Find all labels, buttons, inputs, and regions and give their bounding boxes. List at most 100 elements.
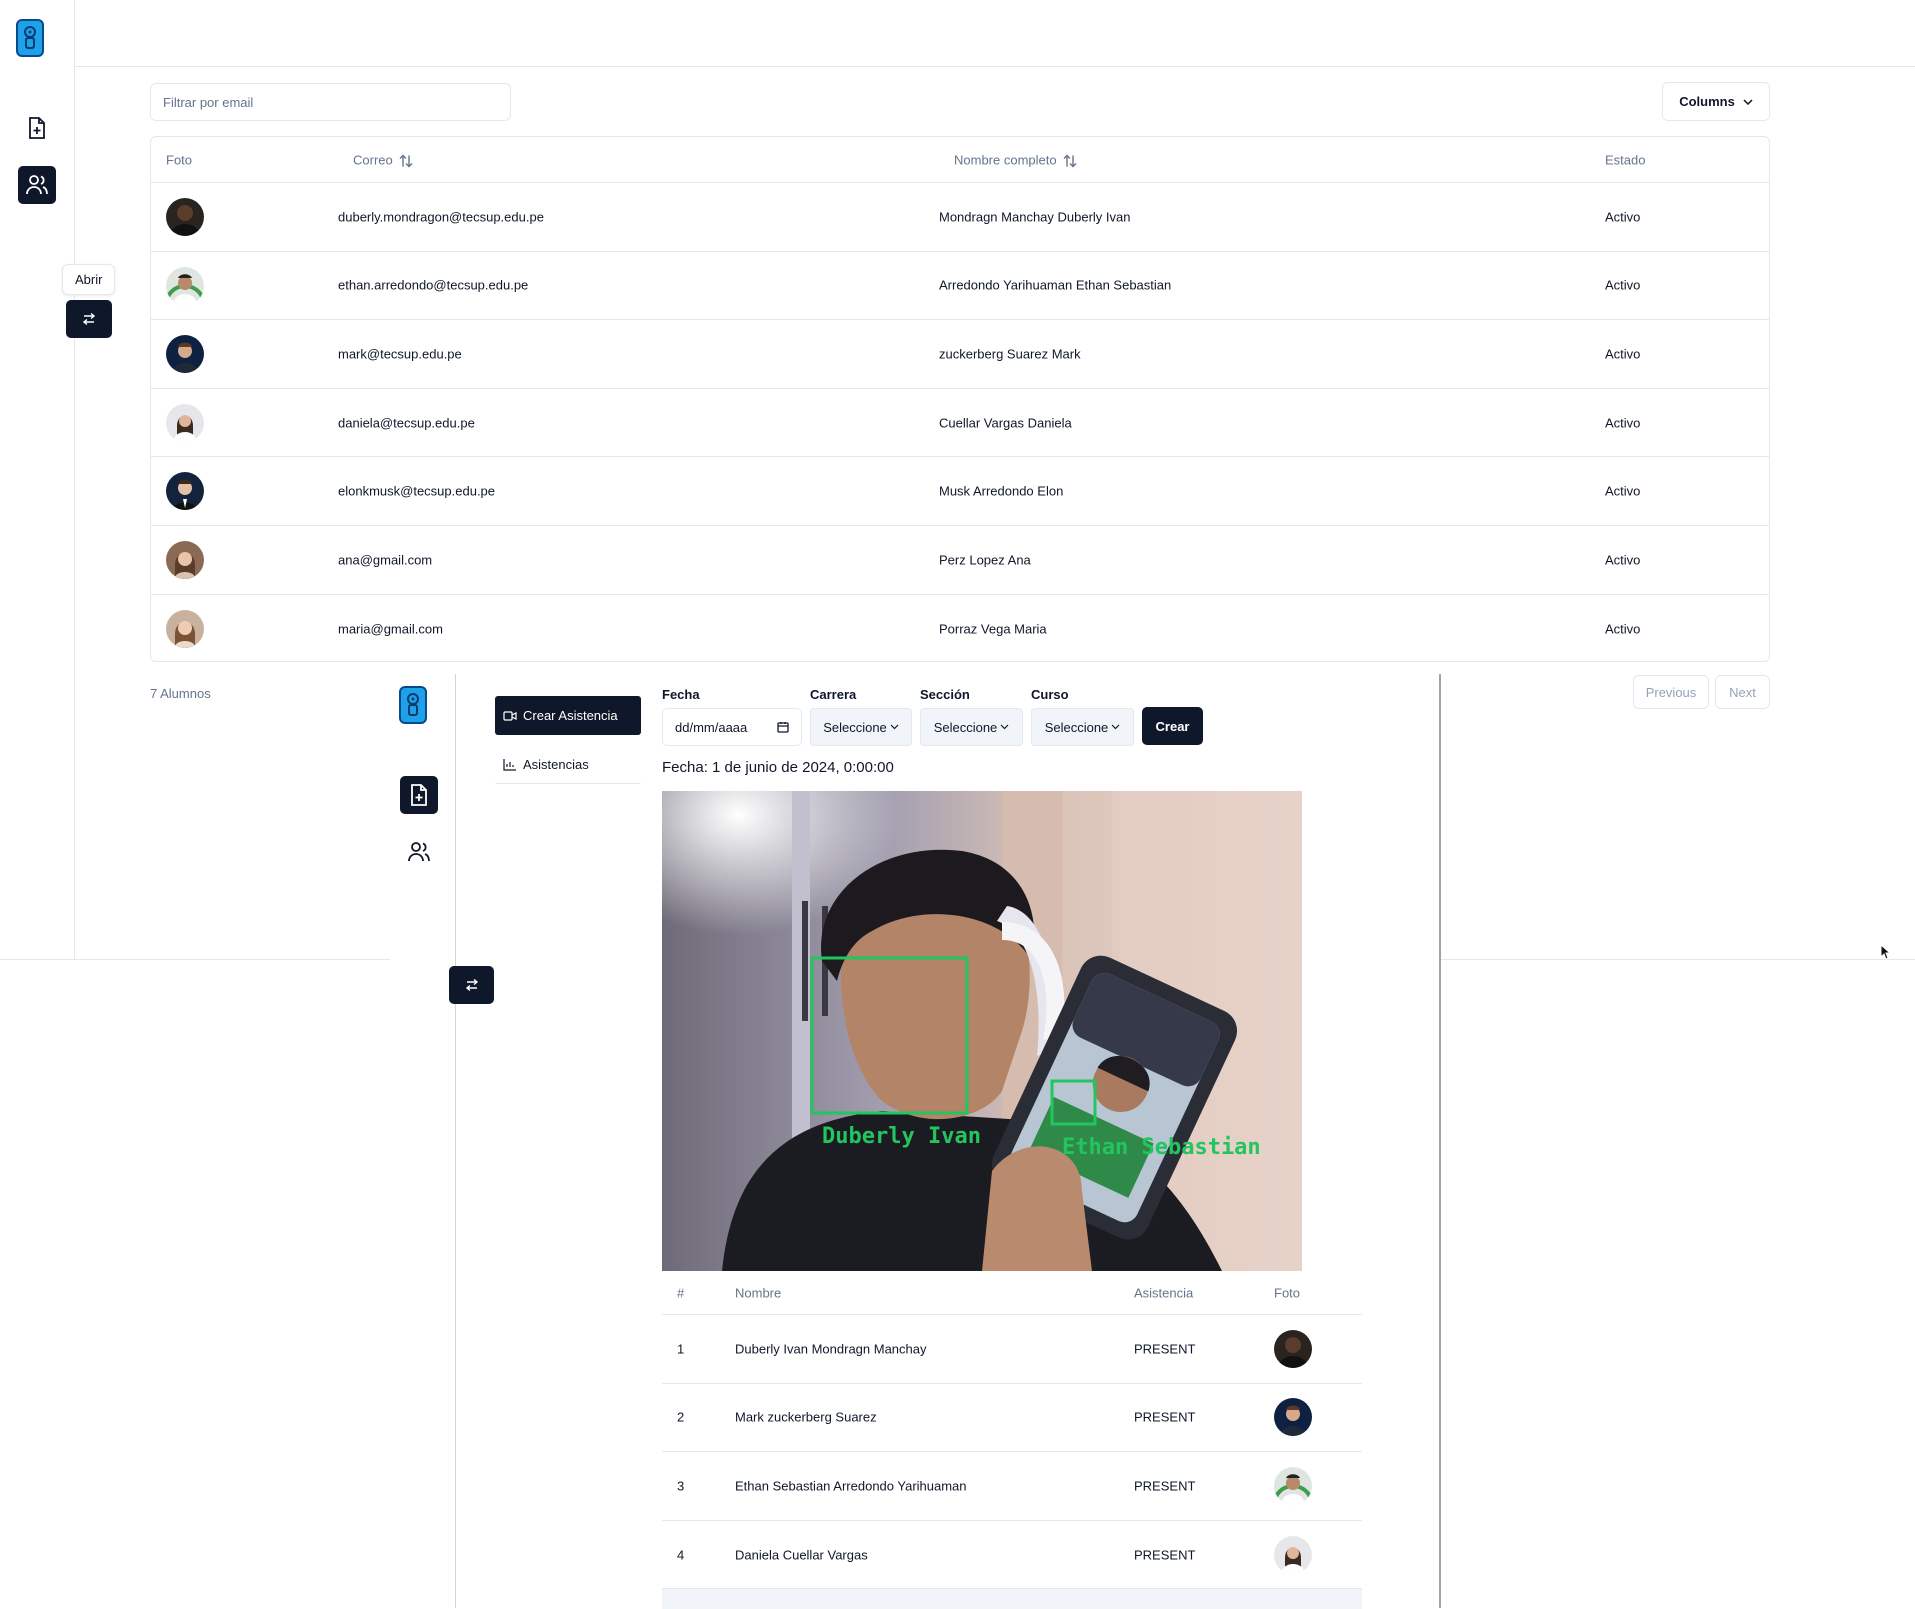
- table-row[interactable]: mark@tecsup.edu.pe zuckerberg Suarez Mar…: [151, 320, 1769, 389]
- fecha-label: Fecha: [662, 687, 700, 702]
- table-row[interactable]: 4 Daniela Cuellar Vargas PRESENT: [662, 1521, 1362, 1590]
- cell-email: ana@gmail.com: [338, 552, 433, 568]
- cell-email: elonkmusk@tecsup.edu.pe: [338, 483, 496, 499]
- nav-users-button[interactable]: [400, 833, 438, 871]
- header-nombre: Nombre: [735, 1285, 782, 1300]
- cell-num: 4: [677, 1547, 685, 1563]
- curso-select-value: Seleccione: [1044, 719, 1109, 735]
- cell-num: 3: [677, 1478, 685, 1494]
- avatar: [1274, 1466, 1312, 1505]
- sidebar-toggle-button[interactable]: [66, 300, 112, 338]
- columns-button[interactable]: Columns: [1662, 82, 1770, 121]
- table-row[interactable]: ethan.arredondo@tecsup.edu.pe Arredondo …: [151, 252, 1769, 321]
- attendance-table-header: # Nombre Asistencia Foto: [662, 1271, 1362, 1315]
- nav-new-document-button[interactable]: [400, 776, 438, 814]
- cursor-icon: [1880, 944, 1892, 960]
- curso-select[interactable]: Seleccione: [1031, 708, 1134, 746]
- cell-email: daniela@tecsup.edu.pe: [338, 415, 475, 431]
- header-num: #: [677, 1285, 685, 1300]
- carrera-select[interactable]: Seleccione: [810, 708, 912, 746]
- nav-new-document-button[interactable]: [18, 109, 56, 147]
- face-label-2: Ethan Sebastian: [1062, 1135, 1261, 1160]
- avatar: [166, 403, 204, 442]
- crear-button[interactable]: Crear: [1142, 707, 1203, 745]
- table-row[interactable]: maria@gmail.com Porraz Vega Maria Activo: [151, 595, 1769, 661]
- tab-asistencias[interactable]: Asistencias: [495, 745, 641, 784]
- avatar: [166, 609, 204, 648]
- table-row[interactable]: daniela@tecsup.edu.pe Cuellar Vargas Dan…: [151, 389, 1769, 458]
- cell-name: Cuellar Vargas Daniela: [939, 415, 1072, 431]
- tab-label: Asistencias: [523, 756, 589, 772]
- cell-name: Duberly Ivan Mondragn Manchay: [735, 1341, 927, 1357]
- seccion-label: Sección: [920, 687, 970, 702]
- student-count: 7 Alumnos: [150, 686, 211, 701]
- fecha-text: Fecha: 1 de junio de 2024, 0:00:00: [662, 759, 894, 776]
- cell-status: Activo: [1605, 483, 1641, 499]
- cell-status: Activo: [1605, 552, 1641, 568]
- header-correo[interactable]: Correo: [353, 151, 413, 168]
- table-row[interactable]: 2 Mark zuckerberg Suarez PRESENT: [662, 1384, 1362, 1453]
- cell-name: Mark zuckerberg Suarez: [735, 1409, 877, 1425]
- table-row[interactable]: ana@gmail.com Perz Lopez Ana Activo: [151, 526, 1769, 595]
- chevron-down-icon: [1743, 98, 1753, 105]
- cell-name: Ethan Sebastian Arredondo Yarihuaman: [735, 1478, 967, 1494]
- previous-button[interactable]: Previous: [1633, 675, 1709, 709]
- seccion-select[interactable]: Seleccione: [920, 708, 1023, 746]
- avatar: [166, 472, 204, 511]
- avatar: [1274, 1398, 1312, 1437]
- video-icon: [503, 710, 517, 721]
- sidebar-toggle-button[interactable]: [449, 966, 494, 1004]
- header-asistencia: Asistencia: [1134, 1285, 1194, 1300]
- chevron-down-icon: [890, 724, 899, 730]
- table-row[interactable]: elonkmusk@tecsup.edu.pe Musk Arredondo E…: [151, 457, 1769, 526]
- table-footer: [662, 1589, 1362, 1609]
- email-filter-input[interactable]: [150, 83, 511, 121]
- chart-icon: [503, 758, 517, 771]
- cell-email: duberly.mondragon@tecsup.edu.pe: [338, 209, 544, 225]
- logo-icon[interactable]: [399, 686, 427, 724]
- cell-email: maria@gmail.com: [338, 621, 443, 637]
- logo-icon[interactable]: [16, 19, 44, 57]
- cell-status: PRESENT: [1134, 1547, 1196, 1563]
- header-foto: Foto: [166, 152, 193, 167]
- sort-icon: [1063, 154, 1077, 168]
- sidebar: [0, 0, 75, 960]
- face-label-1: Duberly Ivan: [822, 1124, 981, 1149]
- users-table: Foto Correo Nombre completo Estado duber…: [150, 136, 1770, 662]
- avatar: [166, 540, 204, 579]
- table-row[interactable]: duberly.mondragon@tecsup.edu.pe Mondragn…: [151, 183, 1769, 252]
- header-nombre[interactable]: Nombre completo: [954, 152, 1077, 168]
- tab-label: Crear Asistencia: [523, 708, 618, 723]
- divider: [0, 959, 390, 960]
- nav-users-button[interactable]: [18, 166, 56, 204]
- header-correo-label: Correo: [353, 151, 393, 167]
- cell-name: Mondragn Manchay Duberly Ivan: [939, 209, 1131, 225]
- next-button[interactable]: Next: [1715, 675, 1770, 709]
- cell-status: Activo: [1605, 415, 1641, 431]
- table-row[interactable]: 3 Ethan Sebastian Arredondo Yarihuaman P…: [662, 1452, 1362, 1521]
- tab-crear-asistencia[interactable]: Crear Asistencia: [495, 696, 641, 735]
- divider: [455, 674, 456, 1608]
- avatar: [166, 335, 204, 374]
- camera-feed: Duberly Ivan Ethan Sebastian: [662, 791, 1302, 1271]
- chevron-down-icon: [1000, 724, 1009, 730]
- cell-status: PRESENT: [1134, 1478, 1196, 1494]
- date-input[interactable]: dd/mm/aaaa: [662, 708, 802, 746]
- divider: [1441, 959, 1915, 960]
- toggle-arrows-icon: [465, 978, 479, 992]
- table-row[interactable]: 1 Duberly Ivan Mondragn Manchay PRESENT: [662, 1315, 1362, 1384]
- carrera-select-value: Seleccione: [823, 719, 887, 735]
- cell-email: ethan.arredondo@tecsup.edu.pe: [338, 277, 529, 293]
- cell-status: Activo: [1605, 277, 1641, 293]
- header-estado: Estado: [1605, 152, 1646, 167]
- file-plus-icon: [26, 116, 48, 140]
- seccion-select-value: Seleccione: [933, 719, 998, 735]
- columns-button-label: Columns: [1679, 94, 1735, 109]
- cell-name: zuckerberg Suarez Mark: [939, 346, 1081, 362]
- header-foto: Foto: [1274, 1285, 1301, 1300]
- carrera-label: Carrera: [810, 687, 857, 702]
- sort-icon: [399, 154, 413, 168]
- avatar: [1274, 1329, 1312, 1368]
- toggle-arrows-icon: [82, 312, 96, 326]
- cell-status: PRESENT: [1134, 1409, 1196, 1425]
